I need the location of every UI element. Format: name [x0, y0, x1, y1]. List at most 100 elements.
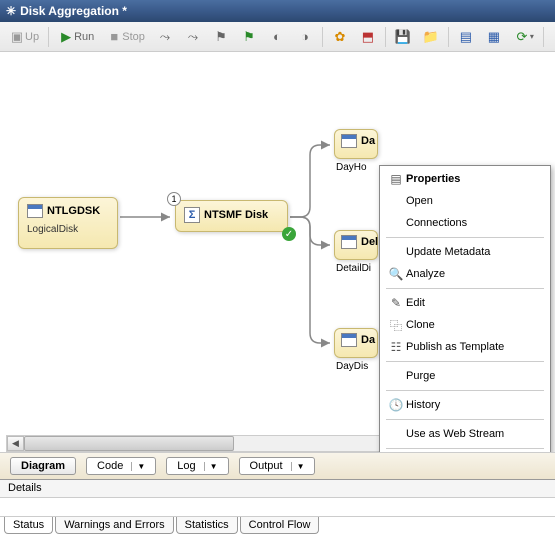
bell-icon: ◑ [297, 29, 313, 45]
tab-label: Diagram [21, 460, 65, 472]
separator [448, 27, 449, 47]
edit-icon: ✎ [386, 296, 406, 310]
toolbar-btn-7[interactable]: ✿ [327, 26, 353, 48]
toolbar-btn-doc2[interactable]: ▦ [481, 26, 507, 48]
toolbar-btn-2[interactable]: ⤳ [180, 26, 206, 48]
node-ntsmf-disk[interactable]: Σ NTSMF Disk [175, 200, 288, 232]
toolbar-btn-grid[interactable]: ▦ [548, 26, 555, 48]
cm-edit[interactable]: ✎ Edit [382, 292, 548, 314]
details-tabs: Status Warnings and Errors Statistics Co… [0, 516, 555, 538]
diagram-canvas[interactable]: NTLGDSK LogicalDisk Σ NTSMF Disk 1 ✓ Da … [0, 52, 555, 452]
dropdown-icon[interactable]: ▼ [291, 462, 305, 471]
tools-icon: ⬒ [360, 29, 376, 45]
node-label: Del [361, 236, 378, 248]
toolbar-btn-1[interactable]: ⤳ [152, 26, 178, 48]
cm-analyze[interactable]: 🔍 Analyze [382, 263, 548, 285]
people-icon: ✿ [332, 29, 348, 45]
badge-count: 1 [167, 192, 181, 206]
cm-web-stream[interactable]: Use as Web Stream [382, 423, 548, 445]
cm-clone[interactable]: ⿻ Clone [382, 314, 548, 336]
node-day2[interactable]: Da [334, 328, 378, 358]
menu-separator [386, 390, 544, 391]
tab-label: Statistics [185, 519, 229, 531]
doc1-icon: ▤ [458, 29, 474, 45]
cm-properties[interactable]: ▤ Properties [382, 168, 548, 190]
tab-label: Control Flow [249, 519, 311, 531]
menu-separator [386, 237, 544, 238]
dtab-status[interactable]: Status [4, 517, 53, 534]
node-detail[interactable]: Del [334, 230, 378, 260]
flag-icon: ⚑ [213, 29, 229, 45]
cm-open[interactable]: Open [382, 190, 548, 212]
tab-label: Output [250, 460, 283, 472]
cm-update-metadata[interactable]: Update Metadata [382, 241, 548, 263]
up-arrow-icon: ▣ [9, 29, 25, 45]
cm-label: Edit [406, 297, 542, 309]
cm-connections[interactable]: Connections [382, 212, 548, 234]
cm-publish-template[interactable]: ☷ Publish as Template [382, 336, 548, 358]
node-sub: LogicalDisk [27, 224, 109, 235]
window-title: Disk Aggregation * [20, 4, 127, 18]
flag2-icon: ⚑ [241, 29, 257, 45]
toolbar-btn-folder[interactable]: 📁 [418, 26, 444, 48]
scroll-thumb[interactable] [24, 436, 234, 451]
node-sub: DayDis [336, 361, 368, 372]
tab-diagram[interactable]: Diagram [10, 457, 76, 475]
stop-button[interactable]: ■ Stop [101, 26, 150, 48]
tab-label: Status [13, 519, 44, 531]
menu-separator [386, 448, 544, 449]
sigma-icon: Σ [184, 207, 200, 223]
app-icon: ✳ [6, 4, 16, 18]
node-day1[interactable]: Da [334, 129, 378, 159]
doc2-icon: ▦ [486, 29, 502, 45]
toolbar-btn-save[interactable]: 💾 [390, 26, 416, 48]
cm-label: Connections [406, 217, 542, 229]
node-label: Da [361, 334, 375, 346]
tab-code[interactable]: Code ▼ [86, 457, 156, 475]
tab-log[interactable]: Log ▼ [166, 457, 228, 475]
node-sub: DetailDi [336, 263, 371, 274]
cm-history[interactable]: 🕓 History [382, 394, 548, 416]
step2-icon: ⤳ [185, 29, 201, 45]
dtab-statistics[interactable]: Statistics [176, 517, 238, 534]
details-header: Details [0, 480, 555, 498]
analyze-icon: 🔍 [386, 267, 406, 281]
toolbar-btn-8[interactable]: ⬒ [355, 26, 381, 48]
toolbar-btn-doc1[interactable]: ▤ [453, 26, 479, 48]
step-icon: ⤳ [157, 29, 173, 45]
tab-label: Warnings and Errors [64, 519, 164, 531]
toolbar-btn-3[interactable]: ⚑ [208, 26, 234, 48]
context-menu: ▤ Properties Open Connections Update Met… [379, 165, 551, 452]
cm-label: Open [406, 195, 542, 207]
cm-purge[interactable]: Purge [382, 365, 548, 387]
details-body [0, 498, 555, 516]
details-title: Details [8, 482, 42, 494]
toolbar-btn-5[interactable]: ◐ [264, 26, 290, 48]
scroll-left-button[interactable]: ◀ [7, 436, 24, 451]
node-ntlgdsk[interactable]: NTLGDSK LogicalDisk [18, 197, 118, 249]
cm-label: Properties [406, 173, 542, 185]
dtab-controlflow[interactable]: Control Flow [240, 517, 320, 534]
dropdown-icon[interactable]: ▼ [204, 462, 218, 471]
cm-label: Analyze [406, 268, 542, 280]
up-button[interactable]: ▣ Up [4, 26, 44, 48]
node-sub: DayHo [336, 162, 367, 173]
title-bar: ✳ Disk Aggregation * [0, 0, 555, 22]
play-icon: ▶ [58, 29, 74, 45]
menu-separator [386, 361, 544, 362]
table-icon [341, 134, 357, 148]
dropdown-icon[interactable]: ▼ [131, 462, 145, 471]
run-label: Run [74, 31, 94, 43]
separator [385, 27, 386, 47]
run-button[interactable]: ▶ Run [53, 26, 99, 48]
toolbar: ▣ Up ▶ Run ■ Stop ⤳ ⤳ ⚑ ⚑ ◐ ◑ ✿ ⬒ 💾 📁 ▤ … [0, 22, 555, 52]
cm-label: Purge [406, 370, 542, 382]
separator [48, 27, 49, 47]
tab-output[interactable]: Output ▼ [239, 457, 316, 475]
dtab-warnings[interactable]: Warnings and Errors [55, 517, 173, 534]
toolbar-btn-6[interactable]: ◑ [292, 26, 318, 48]
toolbar-btn-refresh[interactable]: ⟳▾ [509, 26, 539, 48]
cm-label: History [406, 399, 542, 411]
cm-label: Use as Web Stream [406, 428, 542, 440]
toolbar-btn-4[interactable]: ⚑ [236, 26, 262, 48]
